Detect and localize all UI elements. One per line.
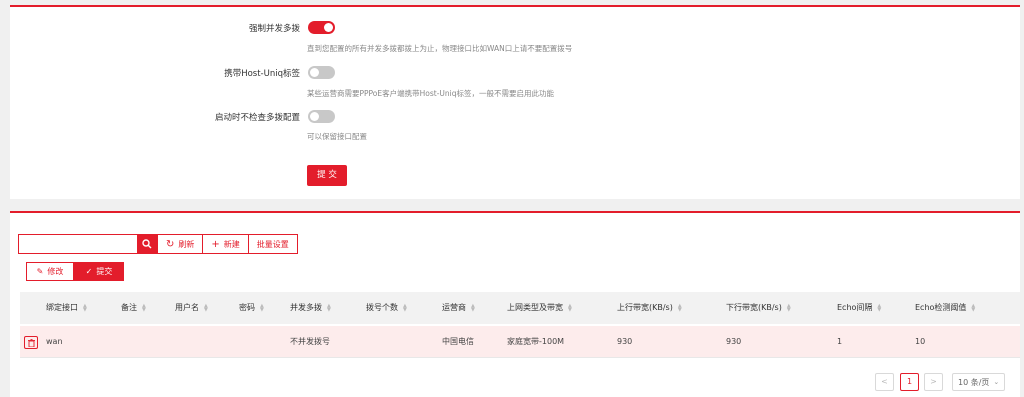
sort-icon: ▲ ▼ bbox=[327, 302, 331, 313]
search-input[interactable] bbox=[18, 234, 137, 254]
cell-isp: 中国电信 bbox=[442, 337, 474, 346]
cell-echo-interval: 1 bbox=[837, 337, 843, 346]
delete-button[interactable] bbox=[24, 336, 38, 349]
sort-icon: ▲ ▼ bbox=[471, 302, 475, 313]
edit-button[interactable]: ✎ 修改 bbox=[26, 262, 74, 281]
col-dial-count[interactable]: 拨号个数 ▲ ▼ bbox=[366, 292, 407, 324]
chevron-down-icon: ⌄ bbox=[993, 378, 1000, 386]
col-interface[interactable]: 绑定接口 ▲ ▼ bbox=[46, 292, 87, 324]
sort-icon: ▲ ▼ bbox=[403, 302, 407, 313]
sort-icon: ▲ ▼ bbox=[83, 302, 87, 313]
sort-icon: ▲ ▼ bbox=[260, 302, 264, 313]
check-icon: ✓ bbox=[85, 267, 93, 276]
sort-icon: ▲ ▼ bbox=[677, 302, 682, 313]
col-echo-threshold[interactable]: Echo检测阈值 ▲ ▼ bbox=[915, 292, 975, 324]
col-echo-interval[interactable]: Echo间隔 ▲ ▼ bbox=[837, 292, 881, 324]
table-toolbar: ↻ 刷新 + 新建 批量设置 bbox=[18, 234, 298, 254]
col-password[interactable]: 密码 ▲ ▼ bbox=[239, 292, 264, 324]
col-net-type[interactable]: 上网类型及带宽 ▲ ▼ bbox=[507, 292, 572, 324]
host-uniq-hint: 某些运营商需要PPPoE客户端携带Host-Uniq标签，一般不需要启用此功能 bbox=[307, 89, 554, 98]
multi-dial-settings-panel: 强制并发多拨 直到您配置的所有并发多拨都拨上为止，物理接口比如WAN口上请不要配… bbox=[10, 5, 1020, 199]
sort-icon: ▲ ▼ bbox=[786, 302, 791, 313]
skip-check-toggle[interactable] bbox=[308, 110, 335, 123]
edit-toolbar: ✎ 修改 ✓ 提交 bbox=[26, 262, 124, 281]
skip-check-label: 启动时不检查多拨配置 bbox=[214, 113, 300, 123]
prev-page-button[interactable]: < bbox=[875, 373, 894, 391]
sort-icon: ▲ ▼ bbox=[204, 302, 208, 313]
page-1-button[interactable]: 1 bbox=[900, 373, 919, 391]
col-upload[interactable]: 上行带宽(KB/s) ▲ ▼ bbox=[617, 292, 682, 324]
refresh-button[interactable]: ↻ 刷新 bbox=[157, 234, 204, 254]
col-username[interactable]: 用户名 ▲ ▼ bbox=[175, 292, 208, 324]
col-remark[interactable]: 备注 ▲ ▼ bbox=[121, 292, 146, 324]
col-isp[interactable]: 运营商 ▲ ▼ bbox=[442, 292, 475, 324]
commit-button[interactable]: ✓ 提交 bbox=[74, 262, 124, 281]
cell-echo-threshold: 10 bbox=[915, 337, 926, 346]
host-uniq-label: 携带Host-Uniq标签 bbox=[224, 69, 300, 79]
sort-icon: ▲ ▼ bbox=[568, 302, 572, 313]
cell-concurrent: 不并发拨号 bbox=[290, 337, 330, 346]
dial-list-panel: ↻ 刷新 + 新建 批量设置 ✎ 修改 ✓ 提交 绑定接口 ▲ ▼ 备注 ▲ ▼ 用户名… bbox=[10, 211, 1020, 397]
sort-icon: ▲ ▼ bbox=[877, 302, 882, 313]
pagination: < 1 > 10 条/页 ⌄ bbox=[875, 373, 1006, 391]
submit-button[interactable]: 提 交 bbox=[307, 165, 347, 186]
col-concurrent[interactable]: 并发多拨 ▲ ▼ bbox=[290, 292, 331, 324]
host-uniq-toggle[interactable] bbox=[308, 66, 335, 79]
edit-icon: ✎ bbox=[36, 267, 44, 276]
edit-label: 修改 bbox=[47, 267, 64, 276]
sort-icon: ▲ ▼ bbox=[971, 302, 976, 313]
skip-check-hint: 可以保留接口配置 bbox=[307, 132, 367, 141]
force-concurrent-label: 强制并发多拨 bbox=[248, 24, 300, 34]
trash-icon bbox=[28, 339, 35, 347]
batch-settings-label: 批量设置 bbox=[256, 239, 289, 249]
batch-settings-button[interactable]: 批量设置 bbox=[248, 234, 298, 254]
force-concurrent-hint: 直到您配置的所有并发多拨都拨上为止，物理接口比如WAN口上请不要配置拨号 bbox=[307, 44, 573, 53]
commit-label: 提交 bbox=[96, 267, 113, 276]
table-header: 绑定接口 ▲ ▼ 备注 ▲ ▼ 用户名 ▲ ▼ 密码 ▲ ▼ 并发多拨 ▲ ▼ 拨号个数 ▲ ▼ 运营商… bbox=[20, 292, 1020, 324]
search-button[interactable] bbox=[137, 234, 157, 254]
refresh-label: 刷新 bbox=[178, 239, 195, 249]
refresh-icon: ↻ bbox=[166, 238, 175, 250]
cell-net-type: 家庭宽带-100M bbox=[507, 337, 565, 346]
page-size-select[interactable]: 10 条/页 ⌄ bbox=[952, 373, 1006, 391]
cell-interface: wan bbox=[46, 337, 63, 346]
page-size-label: 10 条/页 bbox=[958, 377, 990, 387]
cell-upload: 930 bbox=[617, 337, 633, 346]
table-row[interactable]: wan 不并发拨号 中国电信 家庭宽带-100M 930 930 1 10 bbox=[20, 326, 1020, 358]
sort-icon: ▲ ▼ bbox=[142, 302, 146, 313]
next-page-button[interactable]: > bbox=[924, 373, 943, 391]
col-download[interactable]: 下行带宽(KB/s) ▲ ▼ bbox=[726, 292, 791, 324]
cell-download: 930 bbox=[726, 337, 742, 346]
plus-icon: + bbox=[211, 238, 220, 250]
new-button[interactable]: + 新建 bbox=[203, 234, 249, 254]
new-label: 新建 bbox=[223, 239, 240, 249]
force-concurrent-toggle[interactable] bbox=[308, 21, 335, 34]
search-icon bbox=[142, 239, 152, 249]
